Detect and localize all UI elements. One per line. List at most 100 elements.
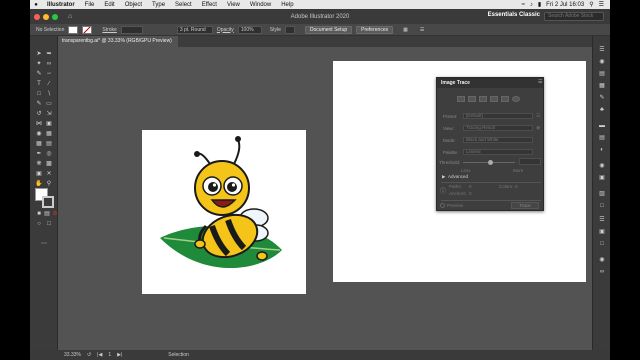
- grayscale-icon[interactable]: [490, 96, 498, 102]
- opacity-label[interactable]: Opacity: [217, 27, 234, 33]
- panel-close-icon[interactable]: ☰: [538, 79, 542, 85]
- eyedropper-tool-icon[interactable]: ✒: [35, 150, 43, 158]
- menu-type[interactable]: Type: [147, 2, 170, 8]
- align-icon[interactable]: ☰: [598, 216, 606, 224]
- graphic-styles-icon[interactable]: ▣: [598, 174, 606, 182]
- stroke-label[interactable]: Stroke: [102, 27, 116, 33]
- menu-view[interactable]: View: [222, 2, 245, 8]
- artboard-number[interactable]: 1: [108, 352, 111, 358]
- transparency-icon[interactable]: ◐: [598, 146, 606, 154]
- low-color-icon[interactable]: [479, 96, 487, 102]
- document-tab[interactable]: transparentbg.ai* @ 33.33% (RGB/GPU Prev…: [58, 36, 178, 47]
- appearance-icon[interactable]: ◉: [598, 162, 606, 170]
- menu-object[interactable]: Object: [120, 2, 147, 8]
- free-transform-tool-icon[interactable]: ▣: [45, 120, 53, 128]
- first-artboard-button[interactable]: |◀: [97, 352, 102, 358]
- artboards-icon[interactable]: □: [598, 202, 606, 210]
- color-mode-icon[interactable]: ■: [35, 210, 43, 218]
- draw-normal-icon[interactable]: ○: [35, 220, 43, 228]
- rotation-field[interactable]: ↺: [87, 352, 91, 358]
- menu-file[interactable]: File: [80, 2, 100, 8]
- shape-builder-tool-icon[interactable]: ◉: [35, 130, 43, 138]
- brush-definition-dropdown[interactable]: 3 pt. Round: [176, 25, 213, 34]
- blend-tool-icon[interactable]: ◎: [45, 150, 53, 158]
- mode-dropdown[interactable]: Black and White: [463, 137, 533, 143]
- auto-color-icon[interactable]: [457, 96, 465, 102]
- swatches-icon[interactable]: ▦: [598, 82, 606, 90]
- zoom-tool-icon[interactable]: ⚲: [45, 180, 53, 188]
- outline-icon[interactable]: [512, 96, 520, 102]
- gradient-tool-icon[interactable]: ▤: [45, 140, 53, 148]
- type-tool-icon[interactable]: T: [35, 80, 43, 88]
- graph-tool-icon[interactable]: ▩: [45, 160, 53, 168]
- artboard-bee[interactable]: [142, 130, 306, 294]
- search-icon[interactable]: ⚲: [589, 1, 593, 8]
- menu-select[interactable]: Select: [170, 2, 197, 8]
- threshold-value-field[interactable]: [519, 158, 541, 165]
- stroke-weight-field[interactable]: [120, 25, 143, 34]
- menu-list-icon[interactable]: ☰: [599, 1, 604, 8]
- color-guide-icon[interactable]: ▤: [598, 70, 606, 78]
- brushes-icon[interactable]: ✎: [598, 94, 606, 102]
- volume-icon[interactable]: ♪: [530, 2, 533, 8]
- view-eye-icon[interactable]: ◉: [536, 125, 540, 131]
- threshold-slider-thumb[interactable]: [488, 160, 493, 165]
- lasso-tool-icon[interactable]: ∞: [45, 60, 53, 68]
- magic-wand-tool-icon[interactable]: ✦: [35, 60, 43, 68]
- curvature-tool-icon[interactable]: ∽: [45, 70, 53, 78]
- hand-tool-icon[interactable]: ✋: [35, 180, 43, 188]
- opacity-field[interactable]: 100%: [237, 25, 262, 34]
- paintbrush-tool-icon[interactable]: ∖: [45, 90, 53, 98]
- direct-selection-tool-icon[interactable]: ➥: [45, 50, 53, 58]
- menu-effect[interactable]: Effect: [197, 2, 222, 8]
- symbols-icon[interactable]: ♣: [598, 106, 606, 114]
- stroke-icon[interactable]: ▬: [598, 122, 606, 130]
- perspective-grid-tool-icon[interactable]: ▦: [45, 130, 53, 138]
- preferences-button[interactable]: Preferences: [356, 25, 394, 34]
- shaper-tool-icon[interactable]: ✎: [35, 100, 43, 108]
- advanced-toggle[interactable]: Advanced: [448, 174, 468, 179]
- arrange-icon[interactable]: ▦: [403, 27, 408, 33]
- links-icon[interactable]: ∞: [598, 268, 606, 276]
- wifi-icon[interactable]: ≈: [522, 2, 525, 8]
- rotate-tool-icon[interactable]: ↺: [35, 110, 43, 118]
- eraser-tool-icon[interactable]: ▭: [45, 100, 53, 108]
- rectangle-tool-icon[interactable]: □: [35, 90, 43, 98]
- fill-swatch[interactable]: [68, 25, 79, 34]
- stroke-swatch[interactable]: [82, 25, 93, 34]
- style-swatch[interactable]: [284, 25, 295, 34]
- width-tool-icon[interactable]: ⋈: [35, 120, 43, 128]
- panel-menu-icon[interactable]: ☰: [420, 27, 424, 33]
- high-color-icon[interactable]: [468, 96, 476, 102]
- more-tools-icon[interactable]: ⋯: [40, 240, 48, 248]
- gradient-mode-icon[interactable]: ▤: [43, 210, 51, 218]
- black-and-white-icon[interactable]: [501, 96, 509, 102]
- artboard-tool-icon[interactable]: ▣: [35, 170, 43, 178]
- menu-edit[interactable]: Edit: [99, 2, 119, 8]
- view-dropdown[interactable]: Tracing Result: [463, 125, 533, 131]
- color-icon[interactable]: ◉: [598, 58, 606, 66]
- clock[interactable]: Fri 2 Jul 16:03: [546, 2, 584, 8]
- transform-icon[interactable]: □: [598, 240, 606, 248]
- battery-icon[interactable]: ▮: [538, 1, 541, 8]
- trace-button[interactable]: Trace: [511, 202, 539, 209]
- preset-dropdown[interactable]: [Default]: [463, 113, 533, 119]
- menu-app[interactable]: Illustrator: [42, 2, 80, 8]
- workspace-switcher[interactable]: Essentials Classic: [488, 12, 540, 18]
- zoom-field[interactable]: 33.33%: [64, 352, 81, 358]
- properties-icon[interactable]: ☰: [598, 46, 606, 54]
- pathfinder-icon[interactable]: ▣: [598, 228, 606, 236]
- stroke-color-box[interactable]: [42, 196, 54, 208]
- slice-tool-icon[interactable]: ✕: [45, 170, 53, 178]
- layers-icon[interactable]: ▨: [598, 190, 606, 198]
- gradient-icon[interactable]: ▤: [598, 134, 606, 142]
- menu-help[interactable]: Help: [276, 2, 298, 8]
- preset-menu-icon[interactable]: ☰: [536, 113, 540, 119]
- menu-window[interactable]: Window: [245, 2, 276, 8]
- scale-tool-icon[interactable]: ⇲: [45, 110, 53, 118]
- stock-search-input[interactable]: Search Adobe Stock: [544, 12, 604, 21]
- preview-checkbox[interactable]: [440, 203, 445, 208]
- screen-mode-icon[interactable]: □: [45, 220, 53, 228]
- mesh-tool-icon[interactable]: ▦: [35, 140, 43, 148]
- apple-icon[interactable]: ●: [30, 2, 42, 8]
